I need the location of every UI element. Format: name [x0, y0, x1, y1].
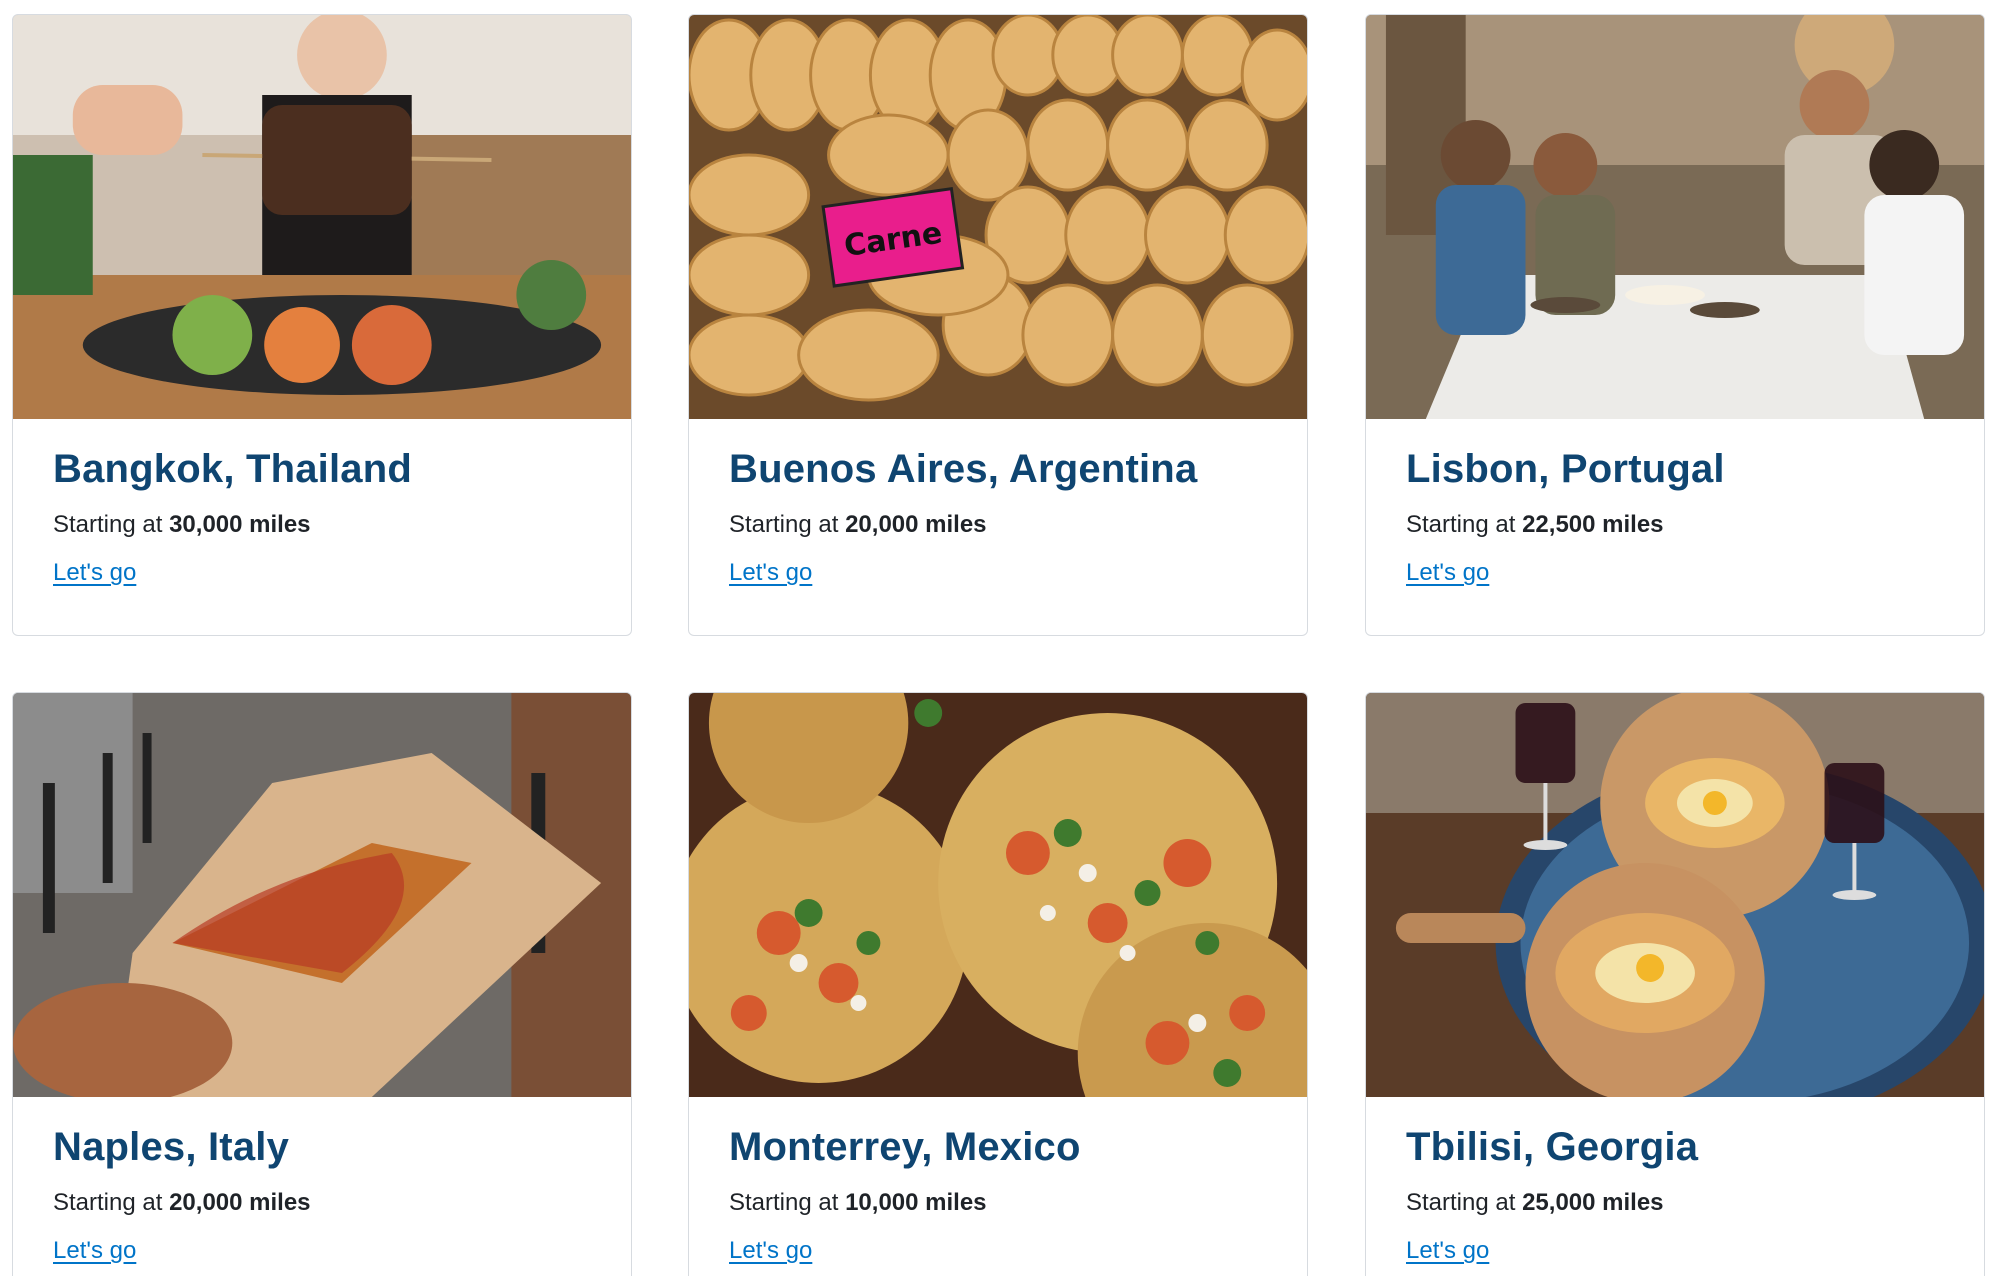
starting-price: Starting at 22,500 miles	[1406, 509, 1944, 541]
price-miles: 25,000 miles	[1522, 1189, 1664, 1216]
destination-photo	[1366, 693, 1984, 1097]
price-miles: 10,000 miles	[845, 1189, 987, 1216]
lets-go-link[interactable]: Let's go	[53, 557, 136, 589]
price-prefix: Starting at	[1406, 1189, 1516, 1216]
price-miles: 22,500 miles	[1522, 511, 1664, 538]
destination-title: Tbilisi, Georgia	[1406, 1125, 1699, 1169]
destination-card: Naples, Italy Starting at 20,000 miles L…	[12, 692, 632, 1276]
destination-photo	[13, 15, 631, 419]
destination-title: Monterrey, Mexico	[729, 1125, 1081, 1169]
starting-price: Starting at 10,000 miles	[729, 1187, 1267, 1219]
price-miles: 20,000 miles	[845, 511, 987, 538]
destination-photo: Carne	[689, 15, 1307, 419]
lets-go-link[interactable]: Let's go	[1406, 1235, 1489, 1267]
destination-title: Lisbon, Portugal	[1406, 447, 1725, 491]
destination-card: Lisbon, Portugal Starting at 22,500 mile…	[1365, 14, 1985, 636]
destination-photo	[689, 693, 1307, 1097]
destination-title: Bangkok, Thailand	[53, 447, 413, 491]
lets-go-link[interactable]: Let's go	[53, 1235, 136, 1267]
destination-photo	[13, 693, 631, 1097]
price-prefix: Starting at	[729, 511, 839, 538]
starting-price: Starting at 30,000 miles	[53, 509, 591, 541]
starting-price: Starting at 20,000 miles	[729, 509, 1267, 541]
price-miles: 30,000 miles	[169, 511, 311, 538]
destination-card: Carne Buenos Aires, Argentina Starting a…	[688, 14, 1308, 636]
starting-price: Starting at 25,000 miles	[1406, 1187, 1944, 1219]
price-prefix: Starting at	[53, 511, 163, 538]
lets-go-link[interactable]: Let's go	[729, 1235, 812, 1267]
destination-photo	[1366, 15, 1984, 419]
destination-title: Buenos Aires, Argentina	[729, 447, 1198, 491]
price-miles: 20,000 miles	[169, 1189, 311, 1216]
starting-price: Starting at 20,000 miles	[53, 1187, 591, 1219]
price-prefix: Starting at	[1406, 511, 1516, 538]
lets-go-link[interactable]: Let's go	[729, 557, 812, 589]
destination-card: Monterrey, Mexico Starting at 10,000 mil…	[688, 692, 1308, 1276]
destination-title: Naples, Italy	[53, 1125, 290, 1169]
destination-grid: Bangkok, Thailand Starting at 30,000 mil…	[0, 0, 2000, 1276]
price-prefix: Starting at	[729, 1189, 839, 1216]
lets-go-link[interactable]: Let's go	[1406, 557, 1489, 589]
destination-card: Tbilisi, Georgia Starting at 25,000 mile…	[1365, 692, 1985, 1276]
destination-card: Bangkok, Thailand Starting at 30,000 mil…	[12, 14, 632, 636]
price-prefix: Starting at	[53, 1189, 163, 1216]
